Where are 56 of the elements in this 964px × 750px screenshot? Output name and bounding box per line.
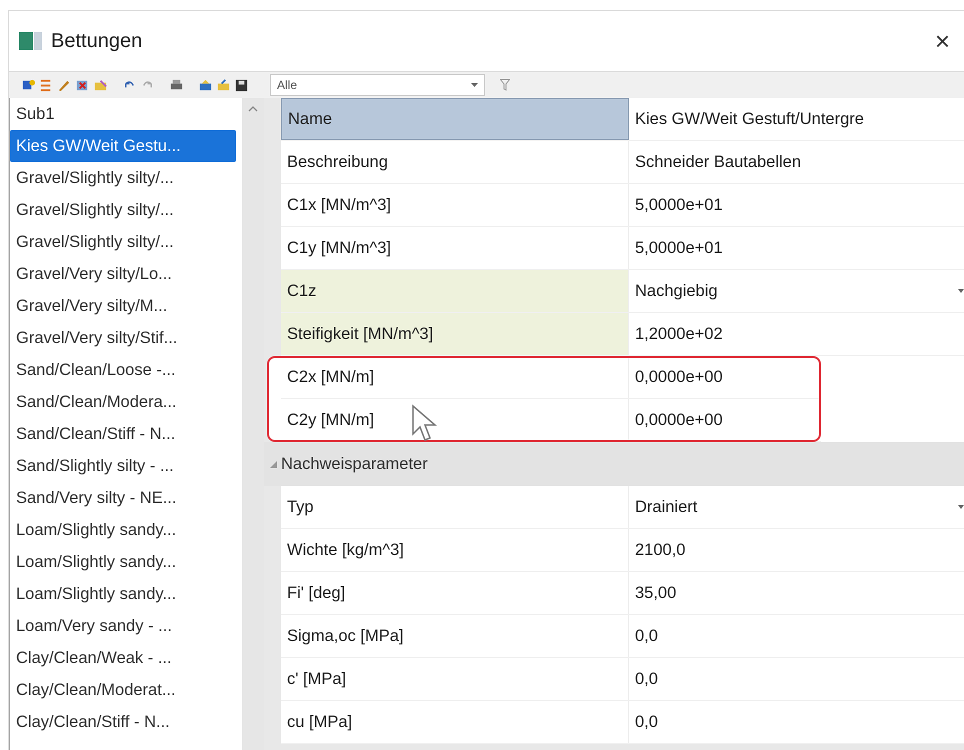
new-item-icon[interactable] — [21, 78, 36, 92]
collapse-triangle-icon[interactable] — [269, 460, 278, 468]
list-item[interactable]: Kies GW/Weit Gestu... — [10, 130, 236, 162]
list-item[interactable]: Clay/Clean/Moderat... — [10, 674, 236, 706]
list-item[interactable]: Sand/Clean/Stiff - N... — [10, 418, 236, 450]
list-item[interactable]: Sub1 — [10, 98, 236, 130]
property-value[interactable]: Kies GW/Weit Gestuft/Untergre — [635, 98, 864, 140]
property-label[interactable]: Steifigkeit [MN/m^3] — [281, 313, 629, 355]
property-value[interactable]: 0,0 — [635, 701, 658, 743]
property-value[interactable]: Schneider Bautabellen — [635, 141, 802, 183]
property-value[interactable]: 35,00 — [635, 572, 676, 614]
filter-icon[interactable] — [500, 79, 510, 91]
property-value[interactable]: 0,0000e+00 — [635, 356, 723, 398]
dropdown-arrow-icon[interactable] — [958, 505, 964, 509]
open-folder-icon[interactable] — [198, 78, 213, 92]
app-icon — [19, 31, 43, 51]
property-value[interactable]: 5,0000e+01 — [635, 184, 723, 226]
property-value[interactable]: 2100,0 — [635, 529, 686, 571]
property-label[interactable]: Name — [281, 98, 629, 140]
list-item[interactable]: Gravel/Very silty/Stif... — [10, 322, 236, 354]
window-title: Bettungen — [51, 30, 144, 52]
list-item[interactable]: Loam/Slightly sandy... — [10, 546, 236, 578]
filter-dropdown[interactable]: Alle — [270, 74, 485, 96]
list-item[interactable]: Loam/Very sandy - ... — [10, 610, 236, 642]
property-value[interactable]: 1,2000e+02 — [635, 313, 723, 355]
property-value[interactable]: Nachgiebig — [635, 270, 718, 312]
property-value[interactable]: Drainiert — [635, 486, 698, 528]
group-header[interactable]: Nachweisparameter — [264, 442, 964, 486]
list-item[interactable]: Sand/Clean/Modera... — [10, 386, 236, 418]
list-item[interactable]: Loam/Slightly sandy... — [10, 578, 236, 610]
list-item[interactable]: Gravel/Very silty/M... — [10, 290, 236, 322]
property-value[interactable]: 5,0000e+01 — [635, 227, 723, 269]
property-value[interactable]: 0,0 — [635, 658, 658, 700]
list-item[interactable]: Sand/Slightly silty - ... — [10, 450, 236, 482]
list-item[interactable]: Gravel/Slightly silty/... — [10, 226, 236, 258]
scroll-up-icon[interactable] — [248, 106, 258, 112]
scrollbar[interactable] — [242, 98, 264, 750]
list-item[interactable]: Gravel/Slightly silty/... — [10, 162, 236, 194]
filter-value: Alle — [277, 78, 298, 92]
list-item[interactable]: Sand/Very silty - NE... — [10, 482, 236, 514]
close-button[interactable]: × — [920, 26, 964, 56]
list-item[interactable]: Gravel/Slightly silty/... — [10, 194, 236, 226]
printer-icon[interactable] — [169, 78, 184, 92]
save-icon[interactable] — [234, 78, 249, 92]
property-value[interactable]: 0,0000e+00 — [635, 399, 723, 441]
list-item[interactable]: Loam/Slightly sandy... — [10, 514, 236, 546]
list-item[interactable]: Clay/Clean/Weak - ... — [10, 642, 236, 674]
property-value[interactable]: 0,0 — [635, 615, 658, 657]
group-title: Nachweisparameter — [281, 454, 428, 474]
property-label[interactable]: C1z — [281, 270, 629, 312]
dropdown-arrow-icon[interactable] — [958, 289, 964, 293]
list-item[interactable]: Clay/Clean/Stiff - N... — [10, 706, 236, 738]
list-item[interactable]: Gravel/Very silty/Lo... — [10, 258, 236, 290]
folder-icon[interactable] — [93, 78, 108, 92]
dropdown-arrow-icon[interactable] — [471, 83, 478, 87]
list-item[interactable]: Sand/Clean/Loose -... — [10, 354, 236, 386]
